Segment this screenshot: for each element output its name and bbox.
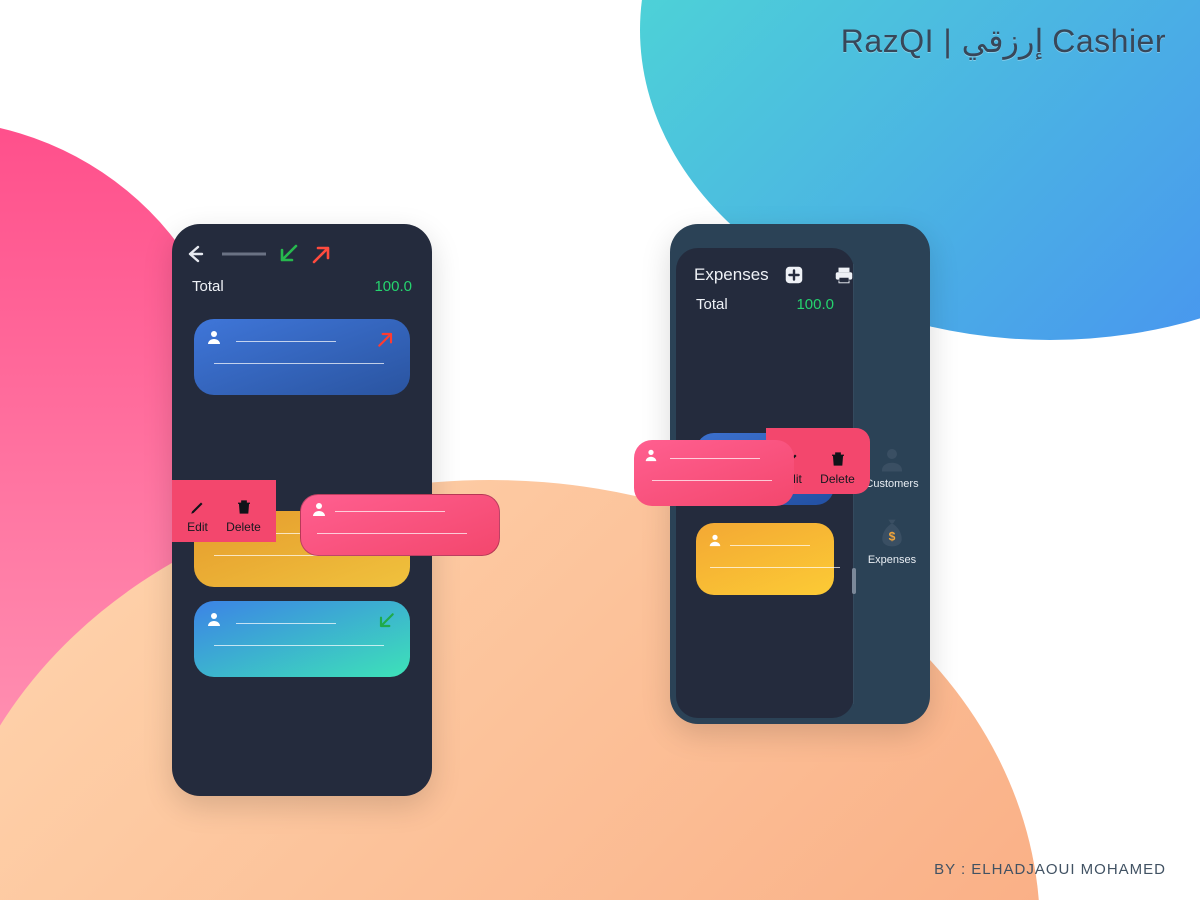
expenses-title: Expenses [694,265,769,285]
topbar-divider-icon [222,251,266,257]
money-bag-icon: $ [877,516,907,550]
delete-button[interactable]: Delete [226,498,261,534]
arrow-up-right-red-icon[interactable] [310,242,334,266]
delete-label: Delete [226,520,261,534]
person-silhouette-icon [877,444,907,474]
delete-button[interactable]: Delete [820,450,855,486]
person-icon [644,448,658,462]
transaction-card[interactable] [194,319,410,395]
arrow-down-left-green-icon [376,611,396,631]
card-line [710,567,840,568]
expenses-total-row: Total 100.0 [690,294,840,323]
transactions-topbar [172,238,432,276]
transactions-total-row: Total 100.0 [172,276,432,305]
back-arrow-icon[interactable] [188,245,212,263]
card-line [652,480,772,481]
trash-icon [829,450,847,468]
person-icon [311,501,327,517]
card-line [214,645,384,646]
swipe-actions-left: Edit Delete [172,480,276,542]
rail-expenses-label: Expenses [868,554,916,566]
edit-button[interactable]: Edit [187,498,208,534]
card-line [317,533,467,534]
print-button[interactable] [833,264,855,286]
expenses-header: Expenses [690,260,840,294]
pencil-icon [189,498,207,516]
card-line [670,458,760,459]
arrow-up-right-red-icon [376,329,396,349]
plus-box-icon [783,264,805,286]
rail-expenses[interactable]: $ Expenses [868,516,916,566]
add-button[interactable] [783,264,805,286]
printer-icon [833,264,855,286]
total-label: Total [696,296,728,313]
transaction-card[interactable] [194,601,410,677]
total-value: 100.0 [374,278,412,295]
arrow-down-left-green-icon[interactable] [276,242,300,266]
total-value: 100.0 [796,296,834,313]
person-icon [708,533,722,547]
byline: BY : ELHADJAOUI MOHAMED [934,861,1166,878]
rail-customers[interactable]: Customers [865,444,918,490]
person-icon [206,329,222,345]
card-line [236,623,336,624]
rail-handle-icon[interactable] [852,568,856,594]
card-line [214,363,384,364]
transaction-card-swiped[interactable] [300,494,500,556]
person-icon [206,611,222,627]
card-line [236,341,336,342]
trash-icon [235,498,253,516]
edit-label: Edit [187,520,208,534]
delete-label: Delete [820,472,855,486]
svg-text:$: $ [889,529,896,543]
total-label: Total [192,278,224,295]
app-title: RazQI | إرزقي Cashier [841,22,1166,60]
expense-card-swiped[interactable] [634,440,794,506]
card-line [335,511,445,512]
card-line [730,545,810,546]
rail-customers-label: Customers [865,478,918,490]
expense-card[interactable] [696,523,834,595]
